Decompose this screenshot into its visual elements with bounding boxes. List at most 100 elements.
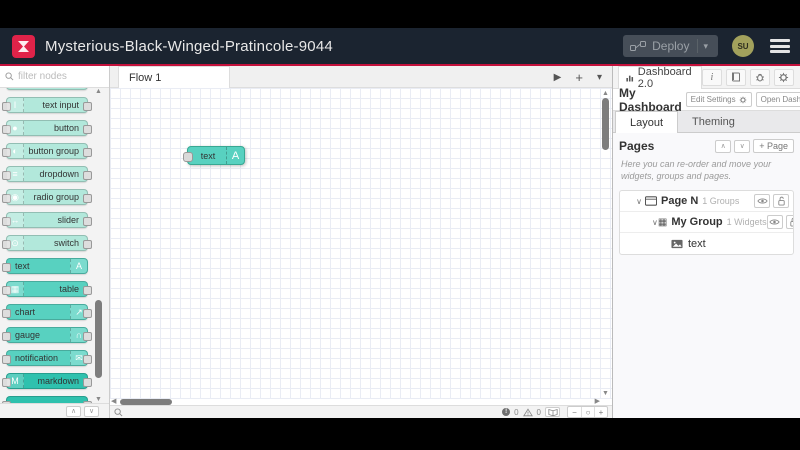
add-page-button[interactable]: + Page xyxy=(753,139,794,153)
tab-flow-1[interactable]: Flow 1 xyxy=(118,66,230,88)
eye-icon xyxy=(756,198,768,204)
page-icon xyxy=(644,196,657,207)
widget-name: text xyxy=(688,237,706,250)
open-dashboard-button[interactable]: Open Dashboard xyxy=(755,92,800,107)
dashboard-header-row: My Dashboard Edit Settings Open Dashboar… xyxy=(613,86,800,114)
dashboard-subtabs: Layout Theming xyxy=(613,111,800,133)
palette-node-label: dropdown xyxy=(39,169,79,179)
flowfuse-logo-icon xyxy=(12,34,35,58)
group-lock-button[interactable] xyxy=(785,215,793,230)
deploy-nodes-icon xyxy=(630,41,647,51)
move-page-up-button[interactable]: ∧ xyxy=(715,139,732,153)
tree-row-group[interactable]: ∨ ▦ My Group 1 Widgets xyxy=(620,212,793,234)
palette-node-chart[interactable]: ↗ chart xyxy=(2,304,92,320)
navigator-toggle-button[interactable] xyxy=(545,407,560,417)
edit-settings-button[interactable]: Edit Settings xyxy=(685,92,752,107)
tab-theming[interactable]: Theming xyxy=(678,111,749,133)
workspace: Flow 1 ▶ + ▾ text A ▲ ▼ ◀ ▶ ! 0 0 − ○ + xyxy=(110,66,612,418)
zoom-reset-button[interactable]: ○ xyxy=(581,407,594,417)
palette-node-label: markdown xyxy=(37,376,79,386)
search-icon xyxy=(5,72,14,81)
palette-node-label: notification xyxy=(15,353,59,363)
unlock-icon xyxy=(777,197,785,206)
zoom-out-button[interactable]: − xyxy=(568,407,581,417)
palette-node-slider[interactable]: ↔ slider xyxy=(2,212,92,228)
palette-scrollbar[interactable]: ▲ ▼ xyxy=(94,88,103,403)
flow-list-caret-icon[interactable]: ▾ xyxy=(597,72,602,83)
palette-collapse-all-button[interactable]: ∧ xyxy=(66,405,81,417)
palette-footer: ∧ ∨ xyxy=(0,403,109,418)
unlock-icon xyxy=(790,218,793,227)
tab-layout-label: Layout xyxy=(630,116,664,129)
palette-scroll-thumb[interactable] xyxy=(95,300,102,378)
pages-header-row: Pages ∧ ∨ + Page xyxy=(619,139,794,153)
palette-node-gauge[interactable]: ∩ gauge xyxy=(2,327,92,343)
bar-chart-icon xyxy=(626,75,634,81)
gear-icon xyxy=(779,72,789,82)
palette-node-button-group[interactable]: ◐ button group xyxy=(2,143,92,159)
deploy-caret-icon[interactable]: ▾ xyxy=(700,41,711,52)
warning-count: 0 xyxy=(536,407,541,417)
info-tab-button[interactable]: i xyxy=(701,68,722,86)
warning-count-icon[interactable] xyxy=(522,407,533,417)
palette-scroll-down-icon[interactable]: ▼ xyxy=(94,396,103,403)
palette-node-table[interactable]: ▦ table xyxy=(2,281,92,297)
palette-node-dropdown[interactable]: ≡ dropdown xyxy=(2,166,92,182)
palette-expand-all-button[interactable]: ∨ xyxy=(84,405,99,417)
help-tab-button[interactable] xyxy=(725,68,746,86)
page-lock-button[interactable] xyxy=(773,194,789,209)
error-count: 0 xyxy=(514,407,519,417)
canvas-scroll-right-icon[interactable]: ▶ xyxy=(595,397,600,405)
text-widget-icon: A xyxy=(226,147,244,164)
palette-node-label: button xyxy=(53,123,79,133)
deploy-button[interactable]: Deploy ▾ xyxy=(623,35,718,57)
palette-node-radio-group[interactable]: ◉ radio group xyxy=(2,189,92,205)
map-book-icon xyxy=(547,408,558,416)
palette-scroll-up-icon[interactable]: ▲ xyxy=(94,88,103,95)
error-count-icon[interactable]: ! xyxy=(502,408,511,416)
tree-row-page[interactable]: ∨ Page N 1 Groups xyxy=(620,191,793,213)
sidebar-icon-row: i ▾ xyxy=(701,68,800,86)
canvas-scroll-left-icon[interactable]: ◀ xyxy=(111,397,116,405)
palette-node-partial-top[interactable] xyxy=(6,88,88,90)
canvas-scroll-up-icon[interactable]: ▲ xyxy=(601,90,610,97)
settings-gear-icon xyxy=(739,96,746,103)
main-menu-hamburger-icon[interactable] xyxy=(770,39,790,53)
group-visibility-button[interactable] xyxy=(766,215,783,230)
group-name: My Group xyxy=(671,216,723,229)
zoom-in-button[interactable]: + xyxy=(594,407,607,417)
palette-node-button[interactable]: ● button xyxy=(2,120,92,136)
palette-node-text-input[interactable]: I text input xyxy=(2,97,92,113)
add-flow-button[interactable]: + xyxy=(575,70,583,85)
palette-node-label: button group xyxy=(28,146,79,156)
move-page-down-button[interactable]: ∨ xyxy=(734,139,751,153)
palette-node-label: slider xyxy=(57,215,79,225)
group-meta: 1 Widgets xyxy=(726,217,767,228)
group-actions xyxy=(766,215,793,230)
tab-scroll-right-icon[interactable]: ▶ xyxy=(554,72,562,83)
flow-canvas[interactable]: text A xyxy=(110,88,612,399)
debug-tab-button[interactable] xyxy=(749,68,770,86)
config-tab-button[interactable] xyxy=(773,68,794,86)
palette-node-notification[interactable]: ✉ notification xyxy=(2,350,92,366)
palette-node-partial-bottom[interactable] xyxy=(2,396,92,403)
canvas-search-icon[interactable] xyxy=(114,407,123,417)
palette-node-label: table xyxy=(59,284,79,294)
tree-row-widget[interactable]: text xyxy=(620,233,793,254)
canvas-scroll-down-icon[interactable]: ▼ xyxy=(601,390,610,397)
canvas-node-text[interactable]: text A xyxy=(183,146,245,165)
image-icon xyxy=(670,239,683,249)
tab-layout[interactable]: Layout xyxy=(615,111,679,133)
user-avatar[interactable]: SU xyxy=(732,35,754,57)
canvas-node-label: text xyxy=(200,150,216,161)
palette-node-label: text xyxy=(15,261,30,271)
palette-node-label: text input xyxy=(42,100,79,110)
palette-node-markdown[interactable]: M markdown xyxy=(2,373,92,389)
canvas-vscroll-thumb[interactable] xyxy=(602,98,609,150)
chevron-down-icon[interactable]: ∨ xyxy=(634,197,644,206)
palette-node-switch[interactable]: ⊙ switch xyxy=(2,235,92,251)
filter-nodes-input[interactable] xyxy=(18,71,104,82)
canvas-vertical-scrollbar[interactable]: ▲ ▼ xyxy=(601,88,610,399)
palette-node-text[interactable]: A text xyxy=(2,258,88,274)
page-visibility-button[interactable] xyxy=(754,194,770,209)
